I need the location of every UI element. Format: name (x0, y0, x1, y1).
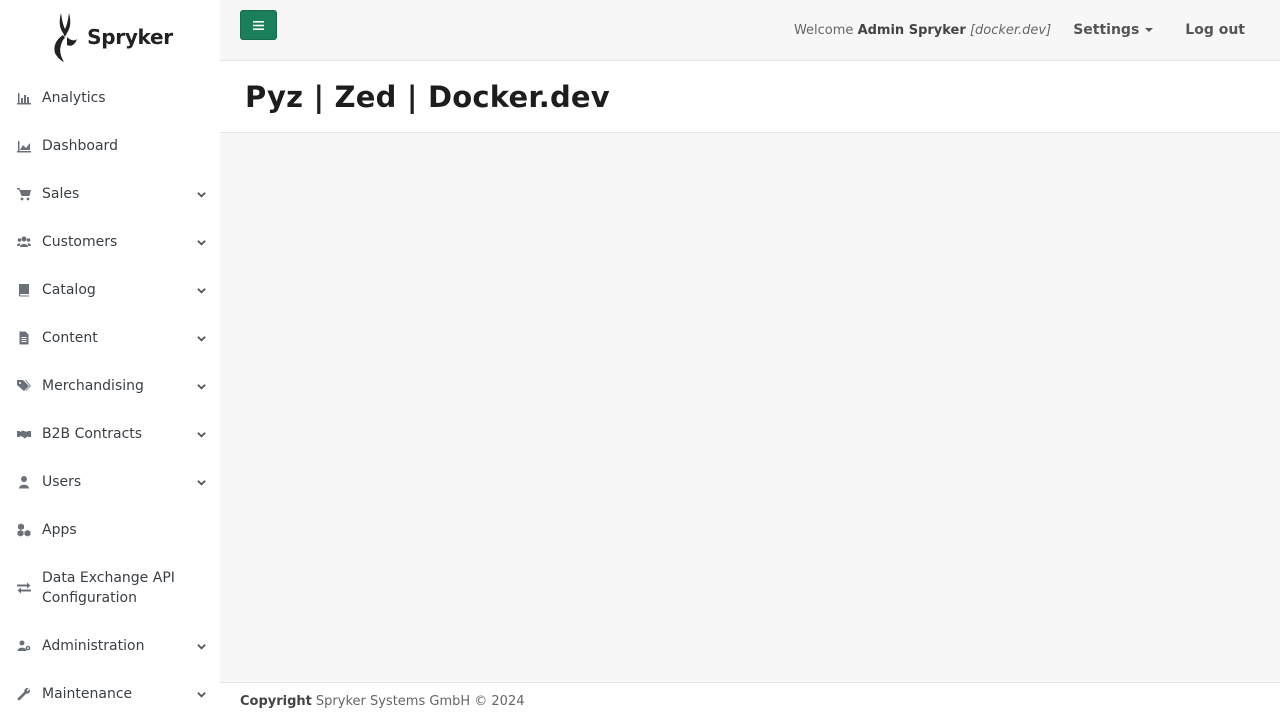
users-icon (16, 235, 31, 249)
logout-link[interactable]: Log out (1185, 22, 1245, 38)
users-cog-icon (16, 639, 31, 653)
sidebar-item-label: Dashboard (42, 138, 118, 154)
sidebar-item-analytics[interactable]: Analytics (0, 74, 220, 122)
environment-label: [docker.dev] (969, 22, 1052, 38)
page-header: Pyz | Zed | Docker.dev (220, 61, 1280, 133)
bar-chart-icon (16, 91, 31, 105)
chevron-down-icon (196, 429, 206, 439)
sidebar-item-label: Maintenance (42, 686, 133, 702)
chevron-down-icon (196, 689, 206, 699)
area-chart-icon (16, 139, 31, 153)
welcome-message: Welcome Admin Spryker [docker.dev] (794, 23, 1051, 38)
user-name: Admin Spryker (857, 22, 966, 38)
sidebar-item-b2b-contracts[interactable]: B2B Contracts (0, 410, 220, 458)
antelope-logo-icon (54, 13, 78, 62)
sidebar: Spryker Analytics Dashboard Sales Custom… (0, 0, 220, 720)
sidebar-item-users[interactable]: Users (0, 458, 220, 506)
sidebar-item-maintenance[interactable]: Maintenance (0, 670, 220, 718)
hamburger-icon (253, 20, 264, 30)
sidebar-item-dashboard[interactable]: Dashboard (0, 122, 220, 170)
chevron-down-icon (196, 189, 206, 199)
spryker-logo[interactable]: Spryker (0, 0, 220, 74)
shopping-cart-icon (16, 187, 31, 201)
sidebar-item-label: Catalog (42, 282, 96, 298)
chevron-down-icon (196, 381, 206, 391)
sidebar-item-label: Customers (42, 234, 118, 250)
settings-label: Settings (1073, 22, 1140, 38)
caret-down-icon (1145, 28, 1154, 32)
copyright-text: Spryker Systems GmbH © 2024 (315, 694, 525, 709)
user-icon (16, 475, 31, 489)
sidebar-item-merchandising[interactable]: Merchandising (0, 362, 220, 410)
handshake-icon (16, 427, 31, 441)
menu-toggle-button[interactable] (240, 10, 277, 40)
brand-name: Spryker (87, 25, 173, 49)
sidebar-item-apps[interactable]: Apps (0, 506, 220, 554)
sidebar-item-label: B2B Contracts (42, 426, 143, 442)
sidebar-nav: Analytics Dashboard Sales Customers Cata… (0, 74, 220, 718)
file-text-icon (16, 331, 31, 345)
welcome-prefix: Welcome (793, 22, 854, 38)
top-navbar: Welcome Admin Spryker [docker.dev] Setti… (220, 0, 1280, 61)
sidebar-item-label: Sales (42, 186, 80, 202)
settings-dropdown[interactable]: Settings (1073, 22, 1154, 38)
sidebar-item-label: Content (42, 330, 98, 346)
chevron-down-icon (196, 285, 206, 295)
cubes-icon (16, 523, 31, 537)
sidebar-item-label: Data Exchange API Configuration (42, 570, 175, 606)
chevron-down-icon (196, 237, 206, 247)
wrench-icon (16, 687, 31, 701)
sidebar-item-label: Apps (42, 522, 77, 538)
sidebar-item-label: Merchandising (42, 378, 144, 394)
chevron-down-icon (196, 333, 206, 343)
chevron-down-icon (196, 641, 206, 651)
sidebar-item-catalog[interactable]: Catalog (0, 266, 220, 314)
chevron-down-icon (196, 477, 206, 487)
sidebar-item-content[interactable]: Content (0, 314, 220, 362)
book-icon (16, 283, 31, 297)
sidebar-item-sales[interactable]: Sales (0, 170, 220, 218)
footer: Copyright Spryker Systems GmbH © 2024 (220, 682, 1280, 720)
sidebar-item-customers[interactable]: Customers (0, 218, 220, 266)
exchange-icon (16, 581, 31, 595)
main-content (220, 133, 1280, 682)
page-title: Pyz | Zed | Docker.dev (245, 79, 610, 114)
sidebar-item-label: Analytics (42, 90, 106, 106)
sidebar-item-administration[interactable]: Administration (0, 622, 220, 670)
topbar-user-area: Welcome Admin Spryker [docker.dev] Setti… (794, 0, 1245, 60)
sidebar-item-label: Users (42, 474, 82, 490)
sidebar-item-label: Administration (42, 638, 145, 654)
sidebar-item-data-exchange-api[interactable]: Data Exchange API Configuration (0, 554, 220, 622)
tags-icon (16, 379, 31, 393)
copyright-label: Copyright (240, 694, 312, 709)
